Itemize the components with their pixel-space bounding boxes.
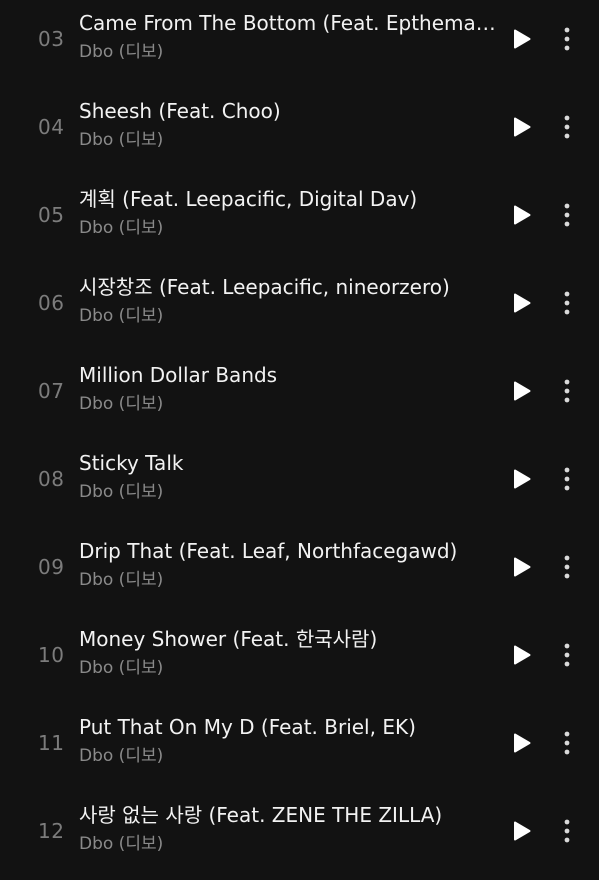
more-vertical-icon[interactable] (553, 199, 581, 231)
track-title[interactable]: Sticky Talk (79, 450, 499, 476)
play-icon[interactable] (508, 641, 536, 669)
track-artist[interactable]: Dbo (디보) (79, 481, 163, 503)
track-title[interactable]: Sheesh (Feat. Choo) (79, 98, 499, 124)
track-number: 05 (38, 203, 65, 227)
track-artist[interactable]: Dbo (디보) (79, 745, 163, 767)
play-icon[interactable] (508, 729, 536, 757)
track-row[interactable]: 04 Sheesh (Feat. Choo) Dbo (디보) (0, 88, 599, 176)
track-title[interactable]: Came From The Bottom (Feat. Epthemars... (79, 10, 499, 36)
more-vertical-icon[interactable] (553, 727, 581, 759)
track-artist[interactable]: Dbo (디보) (79, 217, 163, 239)
play-icon[interactable] (508, 201, 536, 229)
track-row[interactable]: 10 Money Shower (Feat. 한국사람) Dbo (디보) (0, 616, 599, 704)
track-number: 04 (38, 115, 65, 139)
track-row[interactable]: 06 시장창조 (Feat. Leepacific, nineorzero) D… (0, 264, 599, 352)
track-row[interactable]: 11 Put That On My D (Feat. Briel, EK) Db… (0, 704, 599, 792)
play-icon[interactable] (508, 377, 536, 405)
track-title[interactable]: 계획 (Feat. Leepacific, Digital Dav) (79, 186, 499, 212)
track-title[interactable]: Drip That (Feat. Leaf, Northfacegawd) (79, 538, 499, 564)
track-artist[interactable]: Dbo (디보) (79, 393, 163, 415)
track-list: 03 Came From The Bottom (Feat. Epthemars… (0, 0, 599, 863)
track-number: 07 (38, 379, 65, 403)
track-title[interactable]: 시장창조 (Feat. Leepacific, nineorzero) (79, 274, 499, 300)
more-vertical-icon[interactable] (553, 375, 581, 407)
track-artist[interactable]: Dbo (디보) (79, 41, 163, 63)
track-number: 06 (38, 291, 65, 315)
track-row[interactable]: 09 Drip That (Feat. Leaf, Northfacegawd)… (0, 528, 599, 616)
track-row[interactable]: 05 계획 (Feat. Leepacific, Digital Dav) Db… (0, 176, 599, 264)
track-row[interactable]: 03 Came From The Bottom (Feat. Epthemars… (0, 0, 599, 88)
play-icon[interactable] (508, 289, 536, 317)
more-vertical-icon[interactable] (553, 287, 581, 319)
track-row[interactable]: 08 Sticky Talk Dbo (디보) (0, 440, 599, 528)
track-title[interactable]: 사랑 없는 사랑 (Feat. ZENE THE ZILLA) (79, 802, 499, 828)
track-artist[interactable]: Dbo (디보) (79, 305, 163, 327)
track-number: 10 (38, 643, 65, 667)
track-row[interactable]: 07 Million Dollar Bands Dbo (디보) (0, 352, 599, 440)
track-number: 11 (38, 731, 65, 755)
more-vertical-icon[interactable] (553, 551, 581, 583)
track-artist[interactable]: Dbo (디보) (79, 657, 163, 679)
track-title[interactable]: Money Shower (Feat. 한국사람) (79, 626, 499, 652)
track-artist[interactable]: Dbo (디보) (79, 569, 163, 591)
more-vertical-icon[interactable] (553, 815, 581, 847)
more-vertical-icon[interactable] (553, 111, 581, 143)
play-icon[interactable] (508, 25, 536, 53)
track-row[interactable]: 12 사랑 없는 사랑 (Feat. ZENE THE ZILLA) Dbo (… (0, 792, 599, 880)
play-icon[interactable] (508, 817, 536, 845)
more-vertical-icon[interactable] (553, 639, 581, 671)
track-number: 12 (38, 819, 65, 843)
track-title[interactable]: Put That On My D (Feat. Briel, EK) (79, 714, 499, 740)
track-artist[interactable]: Dbo (디보) (79, 129, 163, 151)
track-title[interactable]: Million Dollar Bands (79, 362, 499, 388)
track-number: 09 (38, 555, 65, 579)
play-icon[interactable] (508, 465, 536, 493)
track-artist[interactable]: Dbo (디보) (79, 833, 163, 855)
more-vertical-icon[interactable] (553, 463, 581, 495)
more-vertical-icon[interactable] (553, 23, 581, 55)
play-icon[interactable] (508, 113, 536, 141)
play-icon[interactable] (508, 553, 536, 581)
track-number: 03 (38, 27, 65, 51)
track-number: 08 (38, 467, 65, 491)
